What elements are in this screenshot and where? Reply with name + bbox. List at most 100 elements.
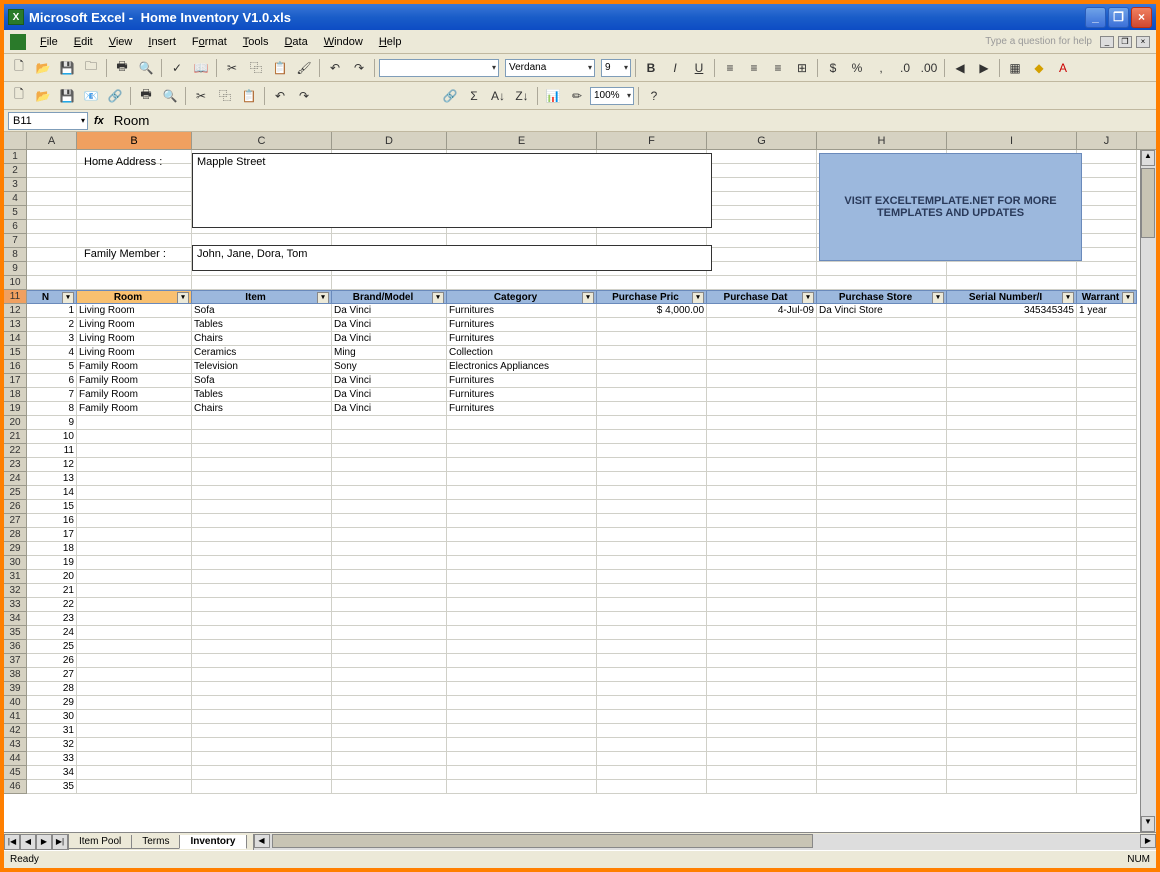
menu-window[interactable]: Window (316, 34, 371, 50)
cell[interactable] (447, 766, 597, 780)
cell[interactable]: Ceramics (192, 346, 332, 360)
cell[interactable] (192, 710, 332, 724)
cell[interactable]: $ 4,000.00 (597, 304, 707, 318)
cell[interactable] (947, 444, 1077, 458)
doc-close-button[interactable]: × (1136, 36, 1150, 48)
cell[interactable] (707, 444, 817, 458)
cell[interactable] (332, 276, 447, 290)
print-icon[interactable]: 🖶 (111, 57, 133, 79)
cell[interactable] (1077, 584, 1137, 598)
cell[interactable] (192, 766, 332, 780)
cell[interactable] (817, 276, 947, 290)
cell[interactable] (707, 430, 817, 444)
cell[interactable] (707, 738, 817, 752)
cell[interactable] (77, 458, 192, 472)
cell[interactable] (332, 458, 447, 472)
cell[interactable] (597, 472, 707, 486)
cell[interactable] (707, 528, 817, 542)
cell[interactable] (1077, 514, 1137, 528)
cell[interactable] (707, 668, 817, 682)
cell[interactable] (192, 668, 332, 682)
cell[interactable]: 1 (27, 304, 77, 318)
cell[interactable] (192, 626, 332, 640)
row-header[interactable]: 9 (4, 262, 27, 276)
cell[interactable] (947, 262, 1077, 276)
cell[interactable] (77, 500, 192, 514)
cell[interactable] (817, 626, 947, 640)
cell[interactable] (707, 514, 817, 528)
hyperlink-icon[interactable]: 🔗 (439, 85, 461, 107)
cell[interactable] (1077, 682, 1137, 696)
row-header[interactable]: 18 (4, 388, 27, 402)
cell[interactable] (1077, 346, 1137, 360)
cell[interactable] (597, 388, 707, 402)
align-right-icon[interactable]: ≡ (767, 57, 789, 79)
cell[interactable] (192, 276, 332, 290)
cell[interactable] (332, 640, 447, 654)
cell[interactable] (817, 724, 947, 738)
open-icon[interactable]: 📂 (32, 57, 54, 79)
col-header-h[interactable]: H (817, 132, 947, 149)
cell[interactable] (707, 612, 817, 626)
family-member-input[interactable]: John, Jane, Dora, Tom (192, 245, 712, 271)
format-painter-icon[interactable]: 🖌 (293, 57, 315, 79)
row-header[interactable]: 36 (4, 640, 27, 654)
row-header[interactable]: 28 (4, 528, 27, 542)
cell[interactable] (77, 164, 192, 178)
fill-color-icon[interactable]: ◆ (1028, 57, 1050, 79)
promo-banner[interactable]: VISIT EXCELTEMPLATE.NET FOR MORE TEMPLAT… (819, 153, 1082, 261)
zoom-dropdown[interactable]: 100% (590, 87, 634, 105)
tb2-icon-2[interactable]: 📂 (32, 85, 54, 107)
cell[interactable] (947, 710, 1077, 724)
cell[interactable] (597, 416, 707, 430)
cut-icon[interactable]: ✂ (221, 57, 243, 79)
scroll-down-button[interactable]: ▼ (1141, 816, 1155, 832)
row-header[interactable]: 14 (4, 332, 27, 346)
preview-icon[interactable]: 🔍 (135, 57, 157, 79)
cell[interactable] (447, 654, 597, 668)
cell[interactable]: 30 (27, 710, 77, 724)
row-header[interactable]: 27 (4, 514, 27, 528)
cell[interactable] (947, 416, 1077, 430)
tab-last-button[interactable]: ▶| (52, 834, 68, 850)
cell[interactable]: 11 (27, 444, 77, 458)
cell[interactable] (597, 682, 707, 696)
cell[interactable] (447, 584, 597, 598)
row-header[interactable]: 38 (4, 668, 27, 682)
cell[interactable] (77, 752, 192, 766)
row-header[interactable]: 31 (4, 570, 27, 584)
cell[interactable] (332, 486, 447, 500)
permission-icon[interactable]: 🗀 (80, 57, 102, 79)
row-header[interactable]: 11 (4, 290, 27, 304)
cell[interactable] (192, 584, 332, 598)
cell[interactable] (77, 766, 192, 780)
help-icon[interactable]: ? (643, 85, 665, 107)
cell[interactable] (192, 570, 332, 584)
cell[interactable] (77, 556, 192, 570)
row-header[interactable]: 6 (4, 220, 27, 234)
cell[interactable] (1077, 444, 1137, 458)
cell[interactable] (597, 402, 707, 416)
cell[interactable] (817, 528, 947, 542)
cell[interactable] (947, 724, 1077, 738)
cell[interactable] (332, 528, 447, 542)
cell[interactable]: Furnitures (447, 374, 597, 388)
sort-asc-icon[interactable]: A↓ (487, 85, 509, 107)
cell[interactable]: Tables (192, 318, 332, 332)
cell[interactable] (1077, 710, 1137, 724)
cell[interactable]: Family Room (77, 360, 192, 374)
cell[interactable] (947, 500, 1077, 514)
cell[interactable] (597, 640, 707, 654)
cell[interactable] (77, 626, 192, 640)
row-header[interactable]: 30 (4, 556, 27, 570)
cell[interactable] (77, 780, 192, 794)
cell[interactable] (447, 542, 597, 556)
cell[interactable] (1077, 752, 1137, 766)
row-header[interactable]: 37 (4, 654, 27, 668)
cell[interactable] (817, 654, 947, 668)
sheet-tab-inventory[interactable]: Inventory (179, 835, 246, 849)
cell[interactable] (817, 584, 947, 598)
cell[interactable] (947, 584, 1077, 598)
cell[interactable]: 7 (27, 388, 77, 402)
doc-minimize-button[interactable]: _ (1100, 36, 1114, 48)
